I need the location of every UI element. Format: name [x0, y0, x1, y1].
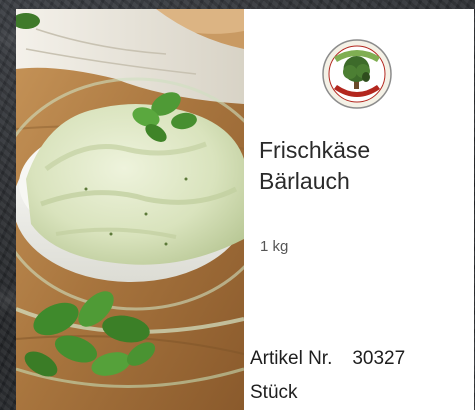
article-number-row: Artikel Nr. 30327	[250, 348, 472, 370]
product-name-line-1: Frischkäse	[259, 137, 371, 163]
product-name-line-2: Bärlauch	[259, 168, 350, 194]
product-weight: 1 kg	[260, 238, 289, 255]
product-card[interactable]: Frischkäse Bärlauch 1 kg Artikel Nr. 3032…	[16, 9, 474, 410]
product-photo	[16, 9, 244, 410]
honsel-feinkost-logo	[320, 37, 394, 111]
product-info-panel: Frischkäse Bärlauch 1 kg Artikel Nr. 3032…	[244, 9, 474, 410]
article-label: Artikel Nr.	[250, 348, 333, 369]
article-number: 30327	[352, 348, 406, 369]
sales-unit: Stück	[250, 382, 298, 403]
product-name: Frischkäse Bärlauch	[259, 135, 464, 197]
